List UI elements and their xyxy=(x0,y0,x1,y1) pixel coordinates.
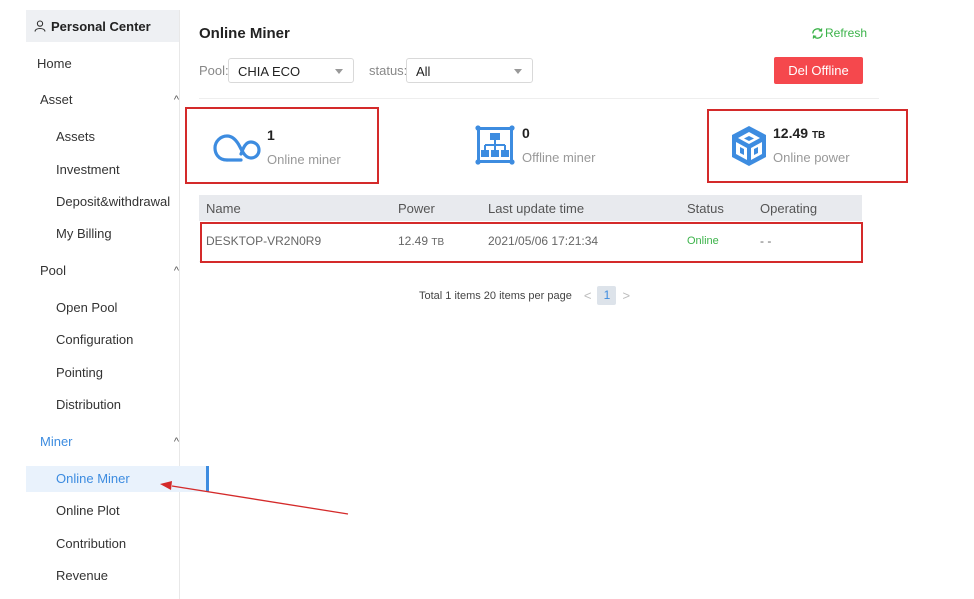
sidebar-item-contribution[interactable]: Contribution xyxy=(26,533,209,555)
annotation-box-miner-row xyxy=(200,222,863,263)
sidebar-group-pool[interactable]: Pool ^ xyxy=(26,260,193,282)
sidebar-item-online-plot[interactable]: Online Plot xyxy=(26,500,209,522)
annotation-box-online-miner xyxy=(185,107,379,184)
sidebar-group-label: Pool xyxy=(40,263,67,278)
refresh-icon xyxy=(812,27,823,39)
sidebar-item-my-billing[interactable]: My Billing xyxy=(26,223,209,245)
column-header-operating[interactable]: Operating xyxy=(760,201,860,216)
sidebar-header: Personal Center xyxy=(26,10,179,42)
pool-filter-label: Pool: xyxy=(199,63,229,78)
refresh-label: Refresh xyxy=(825,26,868,40)
sidebar-item-distribution[interactable]: Distribution xyxy=(26,394,209,416)
chevron-up-icon: ^ xyxy=(173,265,179,277)
chevron-right-icon[interactable]: > xyxy=(622,288,630,303)
sidebar-group-label: Miner xyxy=(40,434,73,449)
user-icon xyxy=(34,20,46,32)
sidebar-item-open-pool[interactable]: Open Pool xyxy=(26,297,209,319)
network-icon xyxy=(475,125,515,165)
pool-select-value: CHIA ECO xyxy=(238,64,301,79)
sidebar: Personal Center Home Asset ^ Assets Inve… xyxy=(26,10,209,599)
pagination-summary: Total 1 items 20 items per page xyxy=(419,289,572,302)
sidebar-group-label: Asset xyxy=(40,92,73,107)
stat-value: 0 xyxy=(522,125,530,141)
annotation-box-online-power xyxy=(707,109,908,183)
column-header-power[interactable]: Power xyxy=(398,201,488,216)
sidebar-item-online-miner[interactable]: Online Miner xyxy=(26,466,209,492)
divider xyxy=(199,98,879,99)
sidebar-item-home[interactable]: Home xyxy=(26,53,190,75)
status-filter-label: status: xyxy=(369,63,408,78)
column-header-last-update[interactable]: Last update time xyxy=(488,201,687,216)
pool-select[interactable]: CHIA ECO xyxy=(228,58,354,83)
chevron-up-icon: ^ xyxy=(173,436,179,448)
status-select[interactable]: All xyxy=(406,58,533,83)
del-offline-button[interactable]: Del Offline xyxy=(774,57,863,84)
pagination: Total 1 items 20 items per page < 1 > xyxy=(419,286,636,305)
page-number[interactable]: 1 xyxy=(597,286,617,305)
column-header-status[interactable]: Status xyxy=(687,201,760,216)
table-header: Name Power Last update time Status Opera… xyxy=(199,195,862,221)
chevron-down-icon xyxy=(335,69,343,74)
sidebar-group-miner[interactable]: Miner ^ xyxy=(26,431,193,453)
sidebar-item-deposit-withdrawal[interactable]: Deposit&withdrawal xyxy=(26,191,209,213)
sidebar-item-pointing[interactable]: Pointing xyxy=(26,362,209,384)
sidebar-item-revenue[interactable]: Revenue xyxy=(26,565,209,587)
sidebar-item-assets[interactable]: Assets xyxy=(26,126,209,148)
status-select-value: All xyxy=(416,64,431,79)
column-header-name[interactable]: Name xyxy=(199,201,398,216)
sidebar-header-label: Personal Center xyxy=(51,18,151,34)
stat-label: Offline miner xyxy=(522,150,596,165)
chevron-left-icon[interactable]: < xyxy=(584,288,592,303)
refresh-button[interactable]: Refresh xyxy=(811,26,867,40)
stat-offline-miner: 0 Offline miner xyxy=(475,125,595,165)
sidebar-group-asset[interactable]: Asset ^ xyxy=(26,89,193,111)
main-content: Online Miner Refresh Pool: CHIA ECO stat… xyxy=(199,0,879,599)
sidebar-item-investment[interactable]: Investment xyxy=(26,159,209,181)
chevron-up-icon: ^ xyxy=(173,94,179,106)
page-title: Online Miner xyxy=(199,25,290,42)
sidebar-item-configuration[interactable]: Configuration xyxy=(26,329,209,351)
chevron-down-icon xyxy=(514,69,522,74)
